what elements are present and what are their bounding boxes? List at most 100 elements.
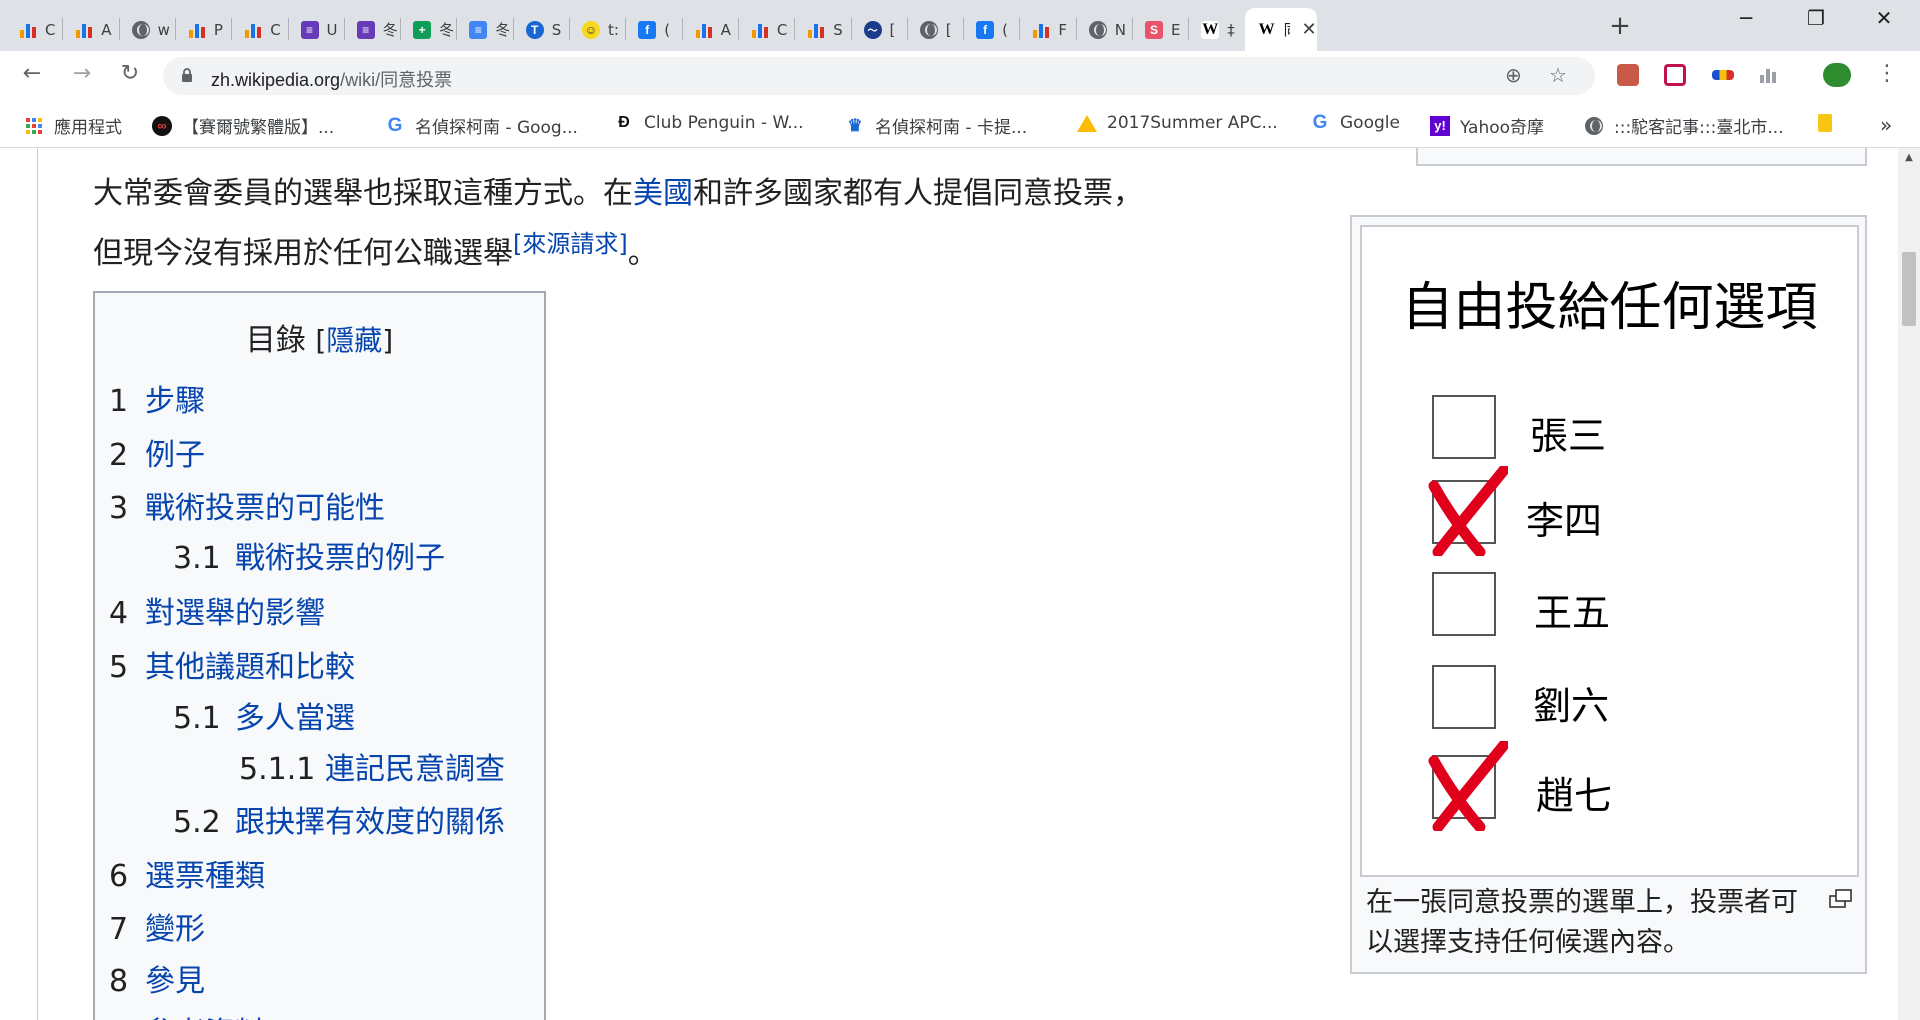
candidate-name: 劉六 bbox=[1533, 684, 1610, 728]
toc-item[interactable]: 5.1.1 連記民意調查 bbox=[239, 744, 505, 788]
toc-link[interactable]: 對選舉的影響 bbox=[145, 596, 325, 631]
toc-item[interactable]: 3.1 戰術投票的例子 bbox=[173, 533, 445, 577]
scrollbar[interactable]: ▲ bbox=[1898, 148, 1920, 1020]
toc-link[interactable]: 步驟 bbox=[145, 384, 205, 419]
browser-tab[interactable]: + 冬 bbox=[400, 8, 453, 51]
article-paragraph-line-1: 大常委會委員的選舉也採取這種方式。在美國和許多國家都有人提倡同意投票， bbox=[93, 168, 1143, 212]
tab-title: E bbox=[1171, 20, 1181, 39]
browser-tab[interactable]: w bbox=[119, 8, 172, 51]
browser-tab[interactable]: [ bbox=[907, 8, 960, 51]
browser-tab[interactable]: C bbox=[6, 8, 59, 51]
toc-item[interactable]: 3 戰術投票的可能性 bbox=[109, 483, 385, 527]
infinity-icon: ∞ bbox=[152, 115, 172, 136]
pdf-extension-icon[interactable] bbox=[1617, 64, 1639, 86]
browser-tab[interactable]: ☺ t: bbox=[569, 8, 622, 51]
browser-tab[interactable]: f( bbox=[625, 8, 678, 51]
reload-button[interactable]: ↻ bbox=[115, 61, 145, 86]
globe-icon bbox=[131, 20, 151, 40]
toc-link[interactable]: 參考資料 bbox=[145, 1016, 265, 1020]
toc-link[interactable]: 選票種類 bbox=[145, 859, 265, 894]
toc-link[interactable]: 跟抉擇有效度的關係 bbox=[235, 805, 505, 840]
bookmark-item[interactable]: ∞ 【賽爾號繁體版】... bbox=[152, 113, 334, 138]
browser-tab[interactable]: C bbox=[738, 8, 791, 51]
globe-icon bbox=[1584, 116, 1604, 136]
bookmark-item[interactable]: 2017Summer APC... bbox=[1077, 113, 1278, 133]
browser-tab[interactable]: f( bbox=[963, 8, 1016, 51]
paragraph-text: 。 bbox=[627, 236, 658, 271]
toc-number: 2 bbox=[109, 438, 129, 473]
browser-tab[interactable]: P bbox=[175, 8, 228, 51]
analytics-extension-icon[interactable] bbox=[1760, 64, 1782, 86]
color-extension-icon[interactable] bbox=[1712, 70, 1734, 80]
close-window-button[interactable]: ✕ bbox=[1854, 6, 1914, 30]
toc-item[interactable]: 7 變形 bbox=[109, 904, 205, 948]
toc-number: 4 bbox=[109, 596, 129, 631]
toc-item[interactable]: 8 參見 bbox=[109, 956, 205, 1000]
bookmark-item[interactable]: G Google bbox=[1310, 112, 1400, 133]
toc-link[interactable]: 例子 bbox=[145, 438, 205, 473]
bookmark-item[interactable]: ♛ 名偵探柯南 - 卡提... bbox=[845, 113, 1027, 139]
toc-link[interactable]: 參見 bbox=[145, 964, 205, 999]
pocket-extension-icon[interactable] bbox=[1664, 64, 1686, 86]
citation-needed-link[interactable]: [來源請求] bbox=[513, 230, 628, 258]
browser-tab[interactable]: SE bbox=[1132, 8, 1185, 51]
zoom-icon[interactable]: ⊕ bbox=[1505, 63, 1522, 87]
bookmark-item[interactable]: y! Yahoo奇摩 bbox=[1430, 113, 1544, 138]
toc-item[interactable]: 6 選票種類 bbox=[109, 851, 265, 895]
back-button[interactable]: ← bbox=[17, 61, 47, 86]
scrollbar-thumb[interactable] bbox=[1902, 252, 1916, 326]
url-text[interactable]: zh.wikipedia.org/wiki/同意投票 bbox=[211, 66, 452, 92]
minimize-button[interactable]: ─ bbox=[1716, 6, 1776, 30]
active-browser-tab[interactable]: W同 ✕ bbox=[1244, 8, 1317, 51]
bookmark-label: 應用程式 bbox=[54, 118, 122, 138]
close-tab-icon[interactable]: ✕ bbox=[1302, 19, 1317, 40]
ballot-image[interactable]: 自由投給任何選項 張三 李四 王五 劉六 趙七 bbox=[1360, 225, 1859, 877]
toc-link[interactable]: 其他議題和比較 bbox=[145, 650, 355, 685]
bookmarks-bar: 應用程式 ∞ 【賽爾號繁體版】... G 名偵探柯南 - Goog... Ð Club Pe… bbox=[0, 102, 1920, 148]
browser-tab[interactable]: 〜[ bbox=[851, 8, 904, 51]
browser-tab[interactable]: TS bbox=[513, 8, 566, 51]
toc-link[interactable]: 戰術投票的可能性 bbox=[145, 491, 385, 526]
restore-button[interactable]: ❐ bbox=[1786, 6, 1846, 30]
bookmark-item[interactable]: 應用程式 bbox=[24, 113, 122, 138]
browser-tab[interactable]: ≡ 冬 bbox=[344, 8, 397, 51]
forward-button[interactable]: → bbox=[67, 61, 97, 86]
browser-tab[interactable]: ≡ 冬 bbox=[456, 8, 509, 51]
toc-item[interactable]: 5 其他議題和比較 bbox=[109, 642, 355, 686]
browser-tab[interactable]: S bbox=[794, 8, 847, 51]
toc-item[interactable]: 2 例子 bbox=[109, 430, 205, 474]
toc-item[interactable]: 1 步驟 bbox=[109, 376, 205, 420]
browser-tab[interactable]: C bbox=[231, 8, 284, 51]
browser-tab[interactable]: W ‡ bbox=[1188, 8, 1241, 51]
address-bar[interactable]: zh.wikipedia.org/wiki/同意投票 ⊕ ☆ bbox=[163, 57, 1595, 95]
scroll-up-arrow[interactable]: ▲ bbox=[1898, 152, 1920, 163]
bookmark-item[interactable]: G 名偵探柯南 - Goog... bbox=[385, 113, 578, 139]
toc-link[interactable]: 連記民意調查 bbox=[325, 752, 505, 787]
bookmark-item[interactable]: Ð Club Penguin - W... bbox=[614, 113, 803, 133]
bookmarks-overflow-button[interactable]: » bbox=[1880, 113, 1892, 137]
enlarge-icon[interactable] bbox=[1829, 889, 1853, 909]
toc-item[interactable]: 5.1 多人當選 bbox=[173, 693, 355, 737]
bookmark-item[interactable]: :::駝客記事:::臺北市... bbox=[1584, 113, 1784, 138]
apps-icon bbox=[24, 116, 44, 136]
toc-link[interactable]: 戰術投票的例子 bbox=[235, 541, 445, 576]
chrome-menu-icon[interactable]: ⋮ bbox=[1872, 61, 1902, 86]
browser-tab[interactable]: F bbox=[1019, 8, 1072, 51]
toc-item[interactable]: 5.2 跟抉擇有效度的關係 bbox=[173, 797, 505, 841]
toc-link[interactable]: 多人當選 bbox=[235, 701, 355, 736]
bookmark-star-icon[interactable]: ☆ bbox=[1549, 63, 1567, 87]
browser-tab[interactable]: ≡ U bbox=[288, 8, 341, 51]
browser-tab[interactable]: A bbox=[62, 8, 115, 51]
toc-link[interactable]: 變形 bbox=[145, 912, 205, 947]
browser-tab[interactable]: A bbox=[682, 8, 735, 51]
toc-item[interactable]: 9參考資料 bbox=[109, 1008, 265, 1020]
toc-hide-toggle[interactable]: 隱藏 bbox=[326, 324, 382, 357]
new-tab-button[interactable]: + bbox=[1605, 11, 1635, 41]
link-united-states[interactable]: 美國 bbox=[633, 176, 693, 211]
bookmark-item[interactable] bbox=[1815, 113, 1845, 133]
tab-title: [ bbox=[945, 20, 952, 39]
bookmark-label: 名偵探柯南 - Goog... bbox=[415, 118, 578, 138]
frog-profile-icon[interactable] bbox=[1823, 63, 1851, 87]
toc-item[interactable]: 4 對選舉的影響 bbox=[109, 588, 325, 632]
browser-tab[interactable]: N bbox=[1076, 8, 1129, 51]
